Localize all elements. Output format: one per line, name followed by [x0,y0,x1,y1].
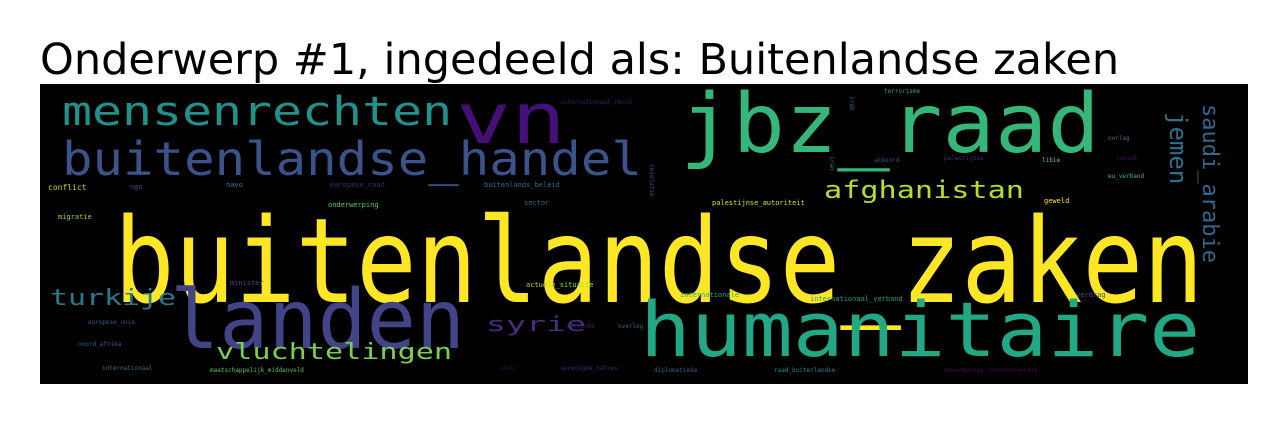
page-title: Onderwerp #1, ingedeeld als: Buitenlands… [40,35,1120,85]
word-onderwerping: onderwerping [328,201,379,209]
word-resolutie: resolutie [648,164,655,197]
word-minister: minister [230,279,264,287]
word-humanitaire: humanitaire [640,285,1201,374]
word-libie: libie [1042,157,1061,164]
word-oorlog: oorlog [1108,135,1130,142]
word-jbz-raad: jbz_raad [680,84,1100,172]
word-irak: irak [848,96,855,111]
word-cloud: buitenlandse_zaken humanitaire landen jbz_r… [40,84,1248,384]
word-conflict: conflict [48,183,87,192]
word-saudi-arabie: saudi_arabie [1197,104,1222,263]
word-internationale: internationale [680,291,740,299]
word-afghanistan: afghanistan [824,176,1024,204]
word-palestijnse-autoriteit: palestijnse_autoriteit [712,199,805,207]
word-vluchtelingen: vluchtelingen [216,340,453,365]
word-iran: iran [828,156,835,171]
word-palestijnse: palestijnse [944,155,984,162]
word-internationaal-recht: internationaal_recht [560,99,633,106]
word-internationaal-verband: internationaal_verband [810,295,903,303]
word-syrische: syrische [566,323,595,330]
word-ngo: ngo [130,183,143,191]
word-europese-raad: europese_raad [330,181,385,189]
word-internationaal: internationaal [102,365,153,372]
word-eu-verband: eu_verband [1108,173,1145,180]
word-noord-afrika: noord_afrika [78,341,122,348]
word-mensenrechten: mensenrechten [62,89,453,135]
word-arab: arab [500,365,515,372]
word-israel: israel [1116,155,1138,162]
word-turkije: turkije [50,286,177,311]
word-diplomatieke: diplomatieke [654,367,698,374]
word-akkoord: akkoord [874,157,900,164]
word-maatschappelijk-middenveld: maatschappelijk_middenveld [210,367,304,374]
word-jemen: jemen [1164,112,1192,185]
word-buitenlandse-handel: buitenlandse_handel [62,132,642,186]
word-navo: navo [226,181,243,189]
word-overleg: overleg [618,323,644,330]
word-europese-unie: europese_unie [88,319,135,326]
word-terrorisme: terrorisme [884,88,921,95]
word-migratie: migratie [58,213,92,221]
word-sector: sector [524,199,550,207]
word-verdrag: verdrag [1076,291,1106,299]
word-raad-buitenlandse: raad_buitenlandse [774,367,836,374]
word-verenigde-naties: verenigde_naties [560,365,618,372]
word-bevordering-internationale: bevordering_internationale [944,367,1038,374]
word-buitenlands-beleid: buitenlands_beleid [484,181,560,189]
word-geweld: geweld [1044,197,1070,205]
word-actuele-situatie: actuele_situatie [526,281,594,289]
